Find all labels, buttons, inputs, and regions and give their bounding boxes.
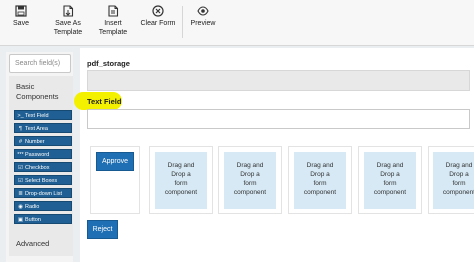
component-label: Drop-down List	[25, 191, 62, 197]
component-select-boxes[interactable]: ☑ Select Boxes	[14, 175, 72, 185]
component-label: Button	[25, 217, 41, 223]
asterisk-icon: ***	[17, 152, 24, 158]
component-sidebar: Search field(s) Basic Components >_Text …	[6, 52, 73, 262]
component-label: Text Field	[25, 113, 49, 119]
terminal-icon: >_	[17, 113, 24, 119]
drop-zone-line: Drag and	[376, 162, 404, 169]
component-button[interactable]: ▣ Button	[14, 214, 72, 224]
component-label: Radio	[25, 204, 40, 210]
save-as-template-line2: Template	[53, 28, 83, 36]
clear-form-label: Clear Form	[140, 20, 176, 27]
drop-zone-line: form	[243, 180, 257, 187]
radio-icon: ◉	[18, 204, 23, 210]
approve-button[interactable]: Approve	[96, 152, 134, 171]
save-as-template-button[interactable]: Save As Template	[50, 5, 86, 37]
component-label: Text Area	[25, 126, 48, 132]
component-checkbox[interactable]: ☑ Checkbox	[14, 162, 72, 172]
component-label: Number	[25, 139, 45, 145]
drop-zone-line: Drag and	[445, 162, 473, 169]
component-label: Select Boxes	[25, 178, 58, 184]
clear-form-button[interactable]: Clear Form	[140, 5, 176, 29]
eye-icon	[197, 6, 209, 16]
drop-zone-line: component	[233, 189, 267, 196]
paragraph-icon: ¶	[19, 126, 22, 132]
drop-zone-line: Drop a	[380, 171, 400, 178]
advanced-group-header[interactable]: Advanced	[9, 234, 73, 256]
drop-zone-line: component	[373, 189, 407, 196]
drop-zone-line: component	[303, 189, 337, 196]
drop-zone-line: Drag and	[306, 162, 334, 169]
hash-icon: #	[18, 139, 23, 145]
toolbar: Save Save As Template Insert Template Cl…	[0, 0, 474, 46]
save-as-template-line1: Save As	[55, 20, 81, 27]
save-button[interactable]: Save	[8, 5, 34, 29]
drop-zone-line: Drag and	[236, 162, 264, 169]
text-field-input[interactable]	[87, 109, 470, 129]
preview-button[interactable]: Preview	[190, 5, 216, 29]
drop-zone-line: component	[164, 189, 198, 196]
close-circle-icon	[152, 5, 164, 17]
reject-button[interactable]: Reject	[87, 220, 118, 239]
save-as-template-icon	[63, 5, 74, 17]
basic-title-line1: Basic	[16, 82, 35, 91]
component-label: Password	[25, 152, 50, 158]
insert-template-line2: Template	[98, 28, 128, 36]
drop-zone-line: Drop a	[171, 171, 191, 178]
drop-zone[interactable]: Drag and Drop a form component	[155, 152, 207, 209]
component-drop-down-list[interactable]: ≣ Drop-down List	[14, 188, 72, 198]
drop-zone[interactable]: Drag and Drop a form component	[294, 152, 346, 209]
insert-template-line1: Insert	[104, 20, 122, 27]
component-number[interactable]: # Number	[14, 136, 72, 146]
component-text-area[interactable]: ¶ Text Area	[14, 123, 72, 133]
drop-zone-line: form	[383, 180, 397, 187]
drop-zone-line: form	[452, 180, 466, 187]
component-label: Checkbox	[25, 165, 50, 171]
advanced-label: Advanced	[16, 239, 50, 248]
toolbar-divider	[182, 6, 183, 38]
pdf-storage-field[interactable]	[87, 70, 470, 91]
checkbox-icon: ☑	[18, 165, 23, 171]
drop-zone-line: form	[174, 180, 188, 187]
basic-components-group: Basic Components >_Text Field ¶ Text Area…	[9, 76, 73, 236]
basic-title-line2: Components	[16, 92, 59, 101]
component-radio[interactable]: ◉ Radio	[14, 201, 72, 211]
save-icon	[15, 5, 27, 17]
component-password[interactable]: ***Password	[14, 149, 72, 159]
drop-zone[interactable]: Drag and Drop a form component	[224, 152, 276, 209]
insert-template-icon	[108, 5, 119, 17]
drop-zone-line: component	[442, 189, 474, 196]
drop-zone[interactable]: Drag and Drop a form component	[364, 152, 416, 209]
pdf-storage-label: pdf_storage	[87, 59, 130, 68]
drop-zone-line: form	[313, 180, 327, 187]
text-field-label: Text Field	[87, 97, 122, 106]
insert-template-button[interactable]: Insert Template	[96, 5, 130, 37]
basic-components-header[interactable]: Basic Components	[16, 82, 71, 102]
drop-zone[interactable]: Drag and Drop a form component	[433, 152, 474, 209]
preview-label: Preview	[190, 20, 216, 27]
drop-zone-line: Drop a	[240, 171, 260, 178]
button-icon: ▣	[17, 217, 24, 223]
search-placeholder: Search field(s)	[15, 60, 61, 67]
checkbox-icon: ☑	[18, 178, 23, 184]
component-text-field[interactable]: >_Text Field	[14, 110, 72, 120]
drop-zone-line: Drop a	[449, 171, 469, 178]
drop-zone-line: Drag and	[167, 162, 195, 169]
search-input[interactable]: Search field(s)	[9, 54, 71, 73]
drop-zone-line: Drop a	[310, 171, 330, 178]
save-label: Save	[13, 20, 29, 27]
list-icon: ≣	[18, 191, 23, 197]
